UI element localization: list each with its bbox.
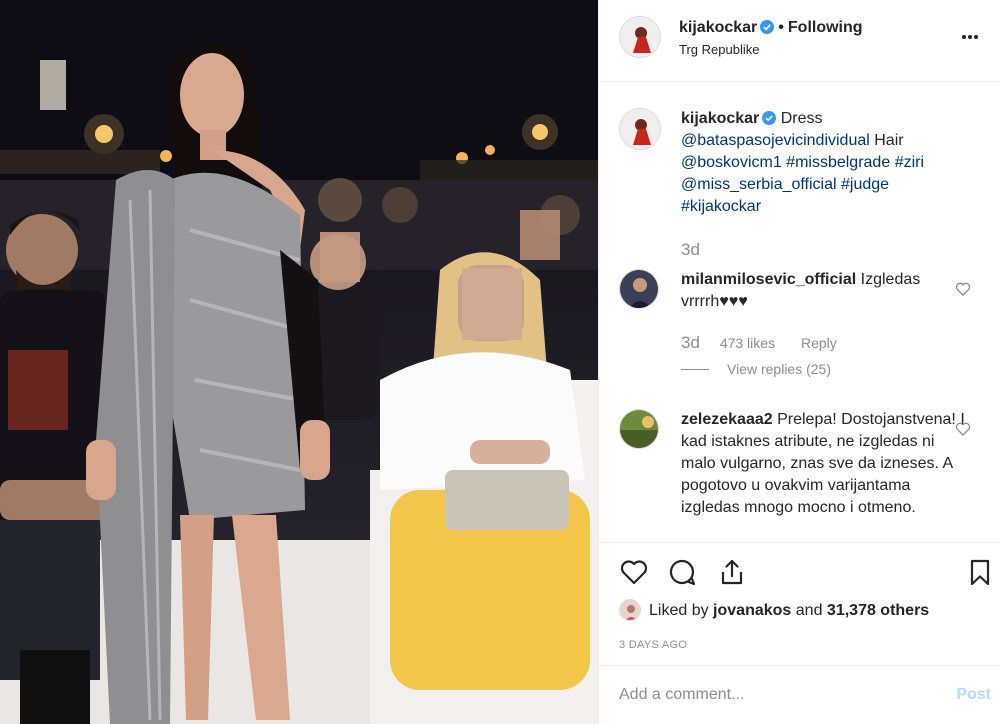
post-comment-button[interactable]: Post: [956, 686, 991, 704]
view-replies-line: [681, 369, 709, 370]
post-details-panel: kijakockar • Following Trg Republike kijak…: [598, 0, 1000, 724]
caption-hashtag-link[interactable]: #kijakockar: [681, 198, 761, 215]
comment-time[interactable]: 3d: [681, 333, 700, 352]
heart-icon[interactable]: [619, 557, 649, 587]
share-icon[interactable]: [717, 557, 747, 587]
author-avatar-image: [620, 17, 660, 57]
comments-list[interactable]: kijakockar Dress @bataspasojevicindividu…: [599, 83, 1000, 541]
commenter-avatar-image: [620, 270, 658, 308]
comment-bubble-icon[interactable]: [667, 557, 697, 587]
commenter-username[interactable]: milanmilosevic_official: [681, 271, 856, 288]
caption-username[interactable]: kijakockar: [681, 110, 759, 127]
caption-word-hair: Hair: [874, 132, 904, 149]
comment-text: zelezekaaa2 Prelepa! Dostojanstvena! I k…: [681, 409, 966, 519]
post-header-info: kijakockar • Following: [679, 19, 863, 37]
caption-avatar[interactable]: [619, 108, 661, 150]
liked-by-prefix: Liked by: [649, 602, 709, 619]
caption-hashtag-link[interactable]: #judge: [841, 176, 889, 193]
post-actions: Liked by jovanakos and 31,378 others 3 D…: [599, 542, 1000, 664]
caption-mention-link[interactable]: @boskovicm1: [681, 154, 782, 171]
post-location[interactable]: Trg Republike: [679, 42, 759, 57]
caption-word-dress: Dress: [780, 110, 823, 127]
caption-block: kijakockar Dress @bataspasojevicindividu…: [619, 108, 989, 288]
post-photo[interactable]: [0, 0, 598, 724]
liked-by-user[interactable]: jovanakos: [713, 602, 791, 619]
comment-like-heart-icon[interactable]: [955, 281, 971, 297]
liker-avatar-image: [620, 600, 640, 620]
view-replies-button[interactable]: View replies (25): [681, 361, 831, 377]
following-button[interactable]: Following: [788, 19, 863, 36]
commenter-avatar[interactable]: [619, 269, 659, 309]
verified-badge-icon: [760, 20, 775, 34]
comment-likes-count[interactable]: 473 likes: [720, 335, 775, 351]
caption-mention-link[interactable]: @miss_serbia_official: [681, 176, 837, 193]
separator-dot: •: [778, 19, 784, 36]
comment-like-heart-icon[interactable]: [955, 421, 971, 437]
caption-avatar-image: [620, 109, 660, 149]
post-photo-illustration: [0, 0, 598, 724]
posted-time[interactable]: 3 DAYS AGO: [619, 639, 687, 651]
author-username[interactable]: kijakockar: [679, 19, 757, 36]
caption-hashtag-link[interactable]: #missbelgrade: [786, 154, 890, 171]
caption-hashtag-link[interactable]: #ziri: [895, 154, 924, 171]
comment-input[interactable]: [619, 682, 939, 708]
more-options-icon[interactable]: [961, 26, 987, 46]
liked-by-and: and: [795, 602, 823, 619]
liked-by-others[interactable]: 31,378 others: [827, 602, 929, 619]
commenter-username[interactable]: zelezekaaa2: [681, 411, 773, 428]
bookmark-icon[interactable]: [965, 557, 995, 587]
comment-item: zelezekaaa2 Prelepa! Dostojanstvena! I k…: [619, 409, 989, 541]
comment-text: milanmilosevic_official Izgledas vrrrrh♥…: [681, 269, 966, 313]
comment-meta: 3d 473 likes Reply: [681, 333, 837, 353]
comment-reply-button[interactable]: Reply: [801, 335, 837, 351]
verified-badge-icon: [762, 111, 777, 125]
author-avatar[interactable]: [619, 16, 661, 58]
caption-mention-link[interactable]: @bataspasojevicindividual: [681, 132, 870, 149]
post-header: kijakockar • Following Trg Republike: [599, 0, 1000, 82]
liker-avatar[interactable]: [619, 599, 641, 621]
view-replies-label: View replies (25): [727, 361, 832, 377]
caption-text: kijakockar Dress @bataspasojevicindividu…: [681, 108, 966, 218]
commenter-avatar-image: [620, 410, 658, 448]
likes-summary: Liked by jovanakos and 31,378 others: [619, 599, 929, 621]
add-comment-bar: Post: [599, 665, 1000, 724]
caption-time[interactable]: 3d: [681, 240, 700, 259]
commenter-avatar[interactable]: [619, 409, 659, 449]
caption-meta: 3d: [681, 240, 716, 260]
